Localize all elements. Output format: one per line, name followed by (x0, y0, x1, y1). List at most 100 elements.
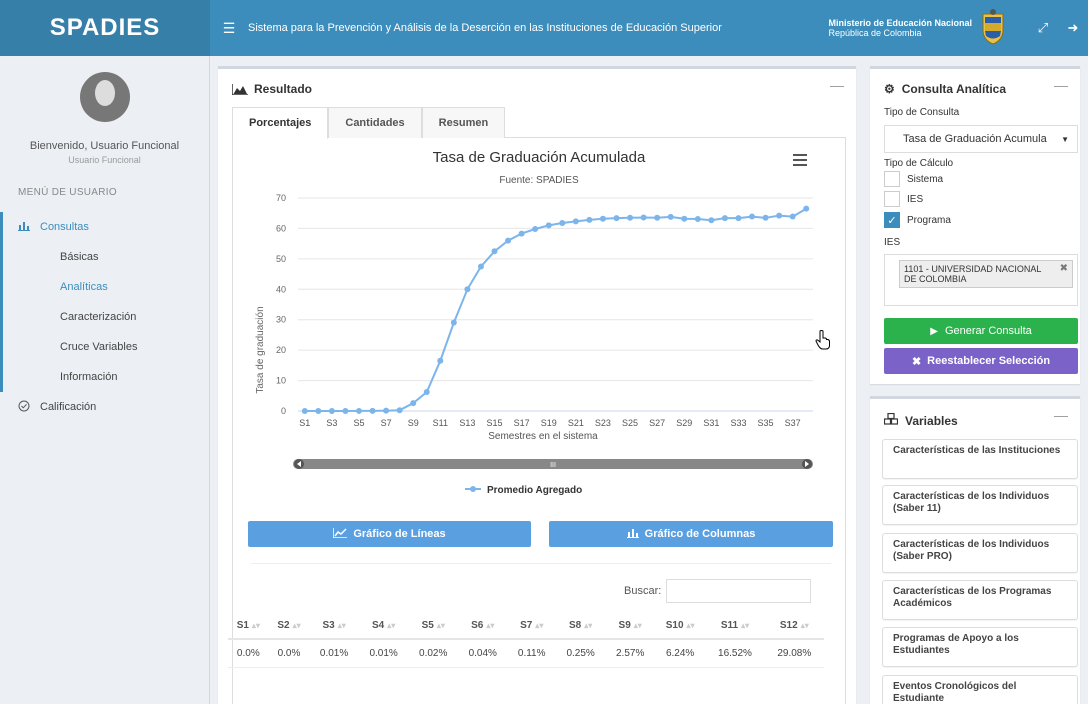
data-point[interactable] (559, 219, 566, 226)
column-header[interactable]: S12 ▴▾ (764, 613, 824, 640)
data-point[interactable] (776, 212, 783, 219)
data-point[interactable] (681, 215, 688, 222)
variable-item[interactable]: Características de los Individuos (Saber… (882, 533, 1078, 573)
data-point[interactable] (708, 217, 715, 224)
option-ies[interactable]: IES (884, 191, 923, 207)
logout-icon[interactable]: ➜ (1058, 20, 1088, 36)
sort-icon[interactable]: ▴▾ (486, 621, 494, 630)
data-point[interactable] (613, 215, 620, 222)
reset-selection-button[interactable]: ✖ Reestablecer Selección (884, 348, 1078, 374)
variable-item[interactable]: Programas de Apoyo a los Estudiantes (882, 627, 1078, 667)
data-point[interactable] (355, 407, 362, 414)
column-chart-button[interactable]: Gráfico de Columnas (549, 521, 833, 547)
column-header[interactable]: S4 ▴▾ (358, 613, 409, 640)
data-point[interactable] (383, 407, 390, 414)
data-point[interactable] (667, 213, 674, 220)
sort-icon[interactable]: ▴▾ (338, 621, 346, 630)
data-point[interactable] (545, 222, 552, 229)
sort-icon[interactable]: ▴▾ (584, 621, 592, 630)
data-point[interactable] (586, 216, 593, 223)
chart-legend[interactable]: Promedio Agregado (465, 485, 582, 496)
data-point[interactable] (735, 215, 742, 222)
sort-icon[interactable]: ▴▾ (437, 621, 445, 630)
column-header[interactable]: S10 ▴▾ (654, 613, 706, 640)
data-point[interactable] (640, 214, 647, 221)
column-header[interactable]: S6 ▴▾ (458, 613, 508, 640)
column-header[interactable]: S7 ▴▾ (507, 613, 556, 640)
data-point[interactable] (762, 214, 769, 221)
data-point[interactable] (749, 213, 756, 220)
data-point[interactable] (477, 263, 484, 270)
option-sistema[interactable]: Sistema (884, 171, 943, 187)
sort-icon[interactable]: ▴▾ (293, 621, 301, 630)
tipo-consulta-select[interactable]: Tasa de Graduación Acumula ▼ (884, 125, 1078, 153)
data-point[interactable] (423, 389, 430, 396)
collapse-icon[interactable]: — (1054, 407, 1068, 423)
variable-item[interactable]: Eventos Cronológicos del Estudiante (882, 675, 1078, 704)
search-input[interactable] (666, 579, 811, 603)
column-header[interactable]: S5 ▴▾ (408, 613, 458, 640)
column-header[interactable]: S8 ▴▾ (555, 613, 606, 640)
data-point[interactable] (369, 407, 376, 414)
sidebar-item-caracterizacion[interactable]: Caracterización (0, 302, 209, 332)
sidebar-item-informacion[interactable]: Información (0, 362, 209, 392)
sort-icon[interactable]: ▴▾ (687, 621, 695, 630)
data-point[interactable] (464, 286, 471, 293)
data-point[interactable] (789, 213, 796, 220)
data-point[interactable] (803, 205, 810, 212)
sort-icon[interactable]: ▴▾ (535, 621, 543, 630)
tab-porcentajes[interactable]: Porcentajes (232, 107, 329, 139)
data-point[interactable] (599, 215, 606, 222)
sort-icon[interactable]: ▴▾ (741, 621, 749, 630)
column-header[interactable]: S2 ▴▾ (268, 613, 310, 640)
collapse-icon[interactable]: — (1054, 77, 1068, 93)
sidebar-item-calificacion[interactable]: Calificación (0, 392, 209, 422)
sidebar-item-analiticas[interactable]: Analíticas (0, 272, 209, 302)
sidebar-item-consultas[interactable]: Consultas (0, 212, 209, 242)
menu-toggle-icon[interactable]: ☰ (214, 20, 244, 37)
brand-logo[interactable]: SPADIES (0, 0, 210, 56)
variable-item[interactable]: Características de los Programas Académi… (882, 580, 1078, 620)
ies-multiselect[interactable]: 1101 - UNIVERSIDAD NACIONAL DE COLOMBIA … (884, 254, 1078, 306)
sort-icon[interactable]: ▴▾ (252, 621, 260, 630)
expand-icon[interactable]: ⤢ (1028, 20, 1058, 36)
column-header[interactable]: S3 ▴▾ (309, 613, 359, 640)
chart-navigator-scrollbar[interactable]: III (293, 459, 813, 469)
checkbox[interactable] (884, 171, 900, 187)
remove-tag-icon[interactable]: ✖ (1060, 264, 1068, 274)
column-header[interactable]: S11 ▴▾ (705, 613, 765, 640)
sidebar-item-cruce-variables[interactable]: Cruce Variables (0, 332, 209, 362)
checkbox[interactable] (884, 191, 900, 207)
data-point[interactable] (342, 407, 349, 414)
data-point[interactable] (315, 408, 322, 414)
data-point[interactable] (410, 400, 417, 407)
variable-item[interactable]: Características de las Instituciones (882, 439, 1078, 479)
data-point[interactable] (627, 214, 634, 221)
generar-consulta-button[interactable]: ▶ Generar Consulta (884, 318, 1078, 344)
data-point[interactable] (396, 407, 403, 414)
option-programa[interactable]: ✓ Programa (884, 212, 951, 228)
data-point[interactable] (328, 407, 335, 414)
sidebar-item-basicas[interactable]: Básicas (0, 242, 209, 272)
data-point[interactable] (301, 408, 308, 414)
data-point[interactable] (450, 319, 457, 326)
data-point[interactable] (505, 237, 512, 244)
data-point[interactable] (532, 226, 539, 233)
data-point[interactable] (518, 230, 525, 237)
sort-icon[interactable]: ▴▾ (387, 621, 395, 630)
data-point[interactable] (721, 215, 728, 222)
sort-icon[interactable]: ▴▾ (801, 621, 809, 630)
data-point[interactable] (437, 357, 444, 364)
data-point[interactable] (654, 214, 661, 221)
line-chart-button[interactable]: Gráfico de Líneas (248, 521, 531, 547)
collapse-icon[interactable]: — (830, 77, 844, 93)
variable-item[interactable]: Características de los Individuos (Saber… (882, 485, 1078, 525)
data-point[interactable] (694, 215, 701, 222)
data-point[interactable] (491, 248, 498, 255)
column-header[interactable]: S1 ▴▾ (228, 613, 269, 640)
checkbox-checked[interactable]: ✓ (884, 212, 900, 228)
chart-menu-icon[interactable] (793, 154, 807, 166)
tab-resumen[interactable]: Resumen (421, 107, 506, 138)
tab-cantidades[interactable]: Cantidades (328, 107, 422, 138)
sort-icon[interactable]: ▴▾ (634, 621, 642, 630)
